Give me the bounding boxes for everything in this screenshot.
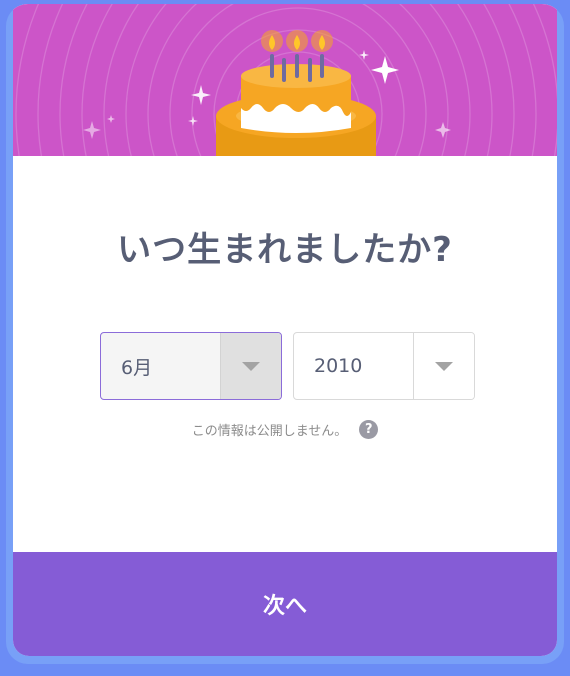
year-select-arrow[interactable] bbox=[413, 333, 474, 399]
month-select-value: 6月 bbox=[121, 356, 153, 379]
chevron-down-icon bbox=[435, 361, 453, 371]
month-select-arrow[interactable] bbox=[220, 333, 281, 399]
page-title: いつ生まれましたか? bbox=[117, 230, 453, 270]
privacy-note-text: この情報は公開しません。 bbox=[191, 424, 348, 439]
help-icon[interactable]: ? bbox=[359, 420, 379, 439]
year-select-value: 2010 bbox=[314, 355, 363, 377]
birthday-banner bbox=[13, 4, 557, 156]
birthday-cake-illustration bbox=[15, 4, 557, 156]
chevron-down-icon bbox=[242, 361, 260, 371]
privacy-note: この情報は公開しません。 ? bbox=[13, 420, 557, 439]
birthdate-modal: いつ生まれましたか? 6月 2010 この情報は公開しません。 ? 次へ bbox=[6, 4, 564, 664]
year-select[interactable]: 2010 bbox=[293, 332, 475, 400]
next-button[interactable]: 次へ bbox=[13, 552, 557, 656]
month-select[interactable]: 6月 bbox=[100, 332, 282, 400]
modal-content: いつ生まれましたか? 6月 2010 この情報は公開しません。 ? 次へ bbox=[13, 4, 557, 656]
